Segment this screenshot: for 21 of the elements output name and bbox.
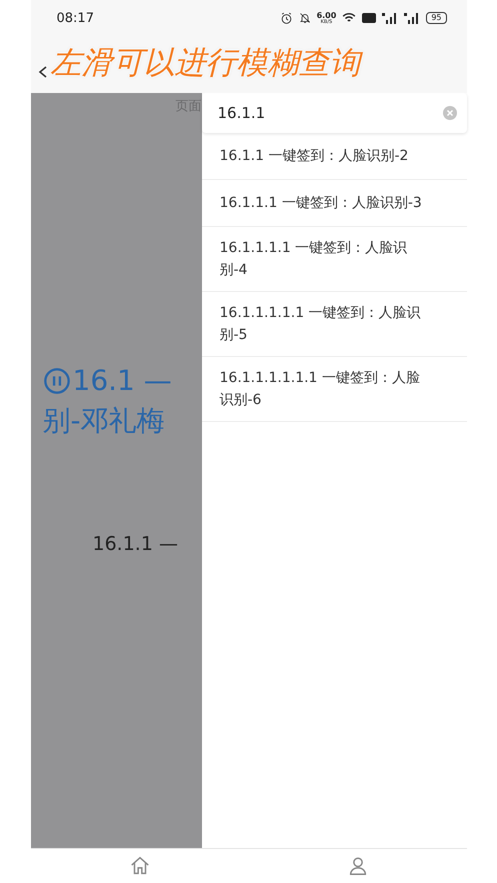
alarm-icon [280, 12, 293, 24]
search-result[interactable]: 16.1.1 一键签到：人脸识别-2 [202, 133, 466, 180]
pause-circle-icon [42, 367, 70, 395]
hint-text: 左滑可以进行模糊查询 [50, 42, 360, 84]
signal-icon [382, 12, 398, 24]
home-icon [128, 855, 150, 877]
search-input[interactable]: 16.1.1 [216, 103, 442, 123]
battery-level: 95 [426, 12, 446, 24]
back-icon[interactable] [36, 64, 48, 78]
hd-icon [362, 13, 376, 23]
wifi-icon [342, 12, 356, 24]
search-result[interactable]: 16.1.1.1.1.1 一键签到：人脸识别-5 [202, 292, 466, 357]
signal-icon [404, 12, 420, 24]
search-result[interactable]: 16.1.1.1 一键签到：人脸识别-3 [202, 180, 466, 227]
page-heading: 16.1 — [72, 363, 172, 399]
status-time: 08:17 [56, 10, 94, 26]
bell-icon [298, 12, 311, 24]
page-heading: 别-邓礼梅 [42, 403, 166, 439]
search-result[interactable]: 16.1.1.1.1.1.1 一键签到：人脸识别-6 [202, 357, 466, 422]
search-result[interactable]: 16.1.1.1.1 一键签到：人脸识别-4 [202, 227, 466, 292]
list-item: 16.1.1 — [92, 533, 179, 555]
